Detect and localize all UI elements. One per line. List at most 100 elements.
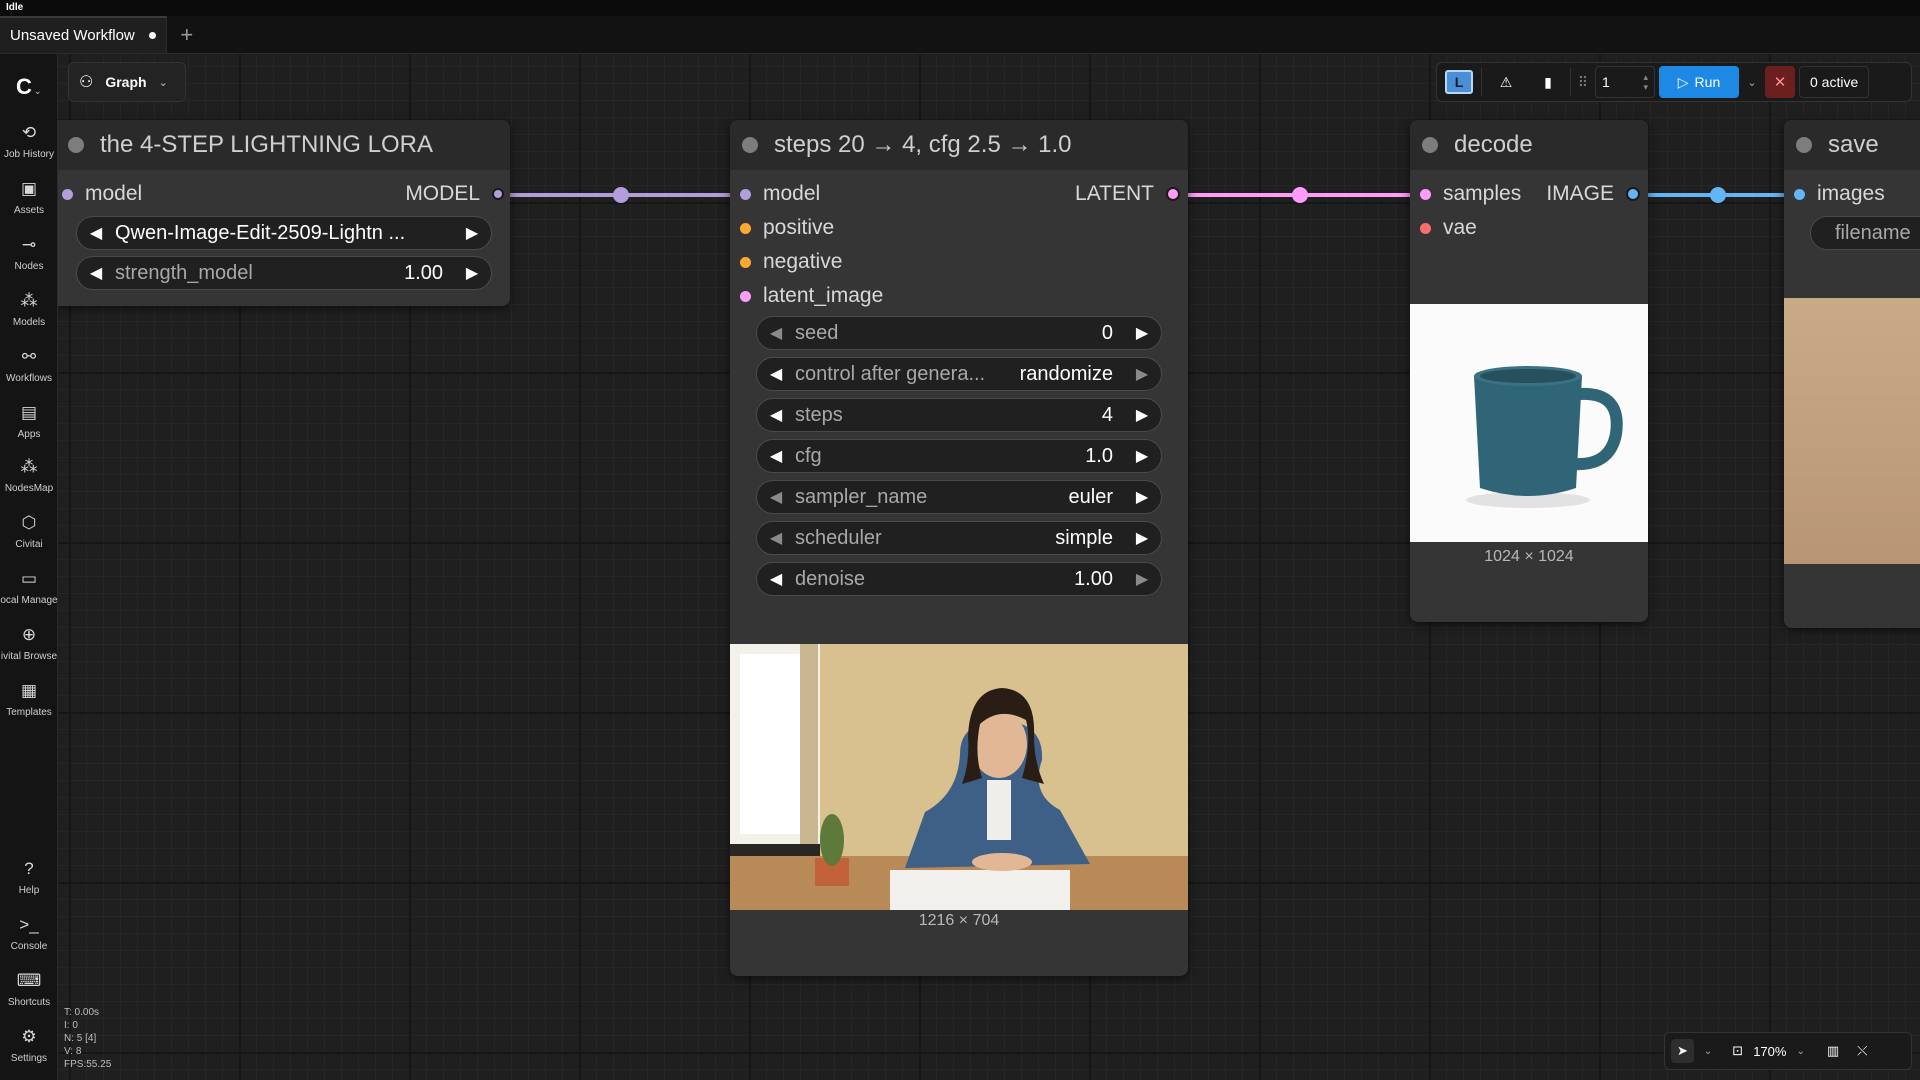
output-pin[interactable] — [492, 188, 504, 200]
input-slot-negative[interactable]: negative — [740, 250, 842, 274]
input-slot-vae[interactable]: vae — [1420, 216, 1477, 240]
node-title-bar[interactable]: steps 20 → 4, cfg 2.5 → 1.0 — [730, 120, 1188, 170]
right-arrow-icon[interactable]: ▶ — [1133, 323, 1151, 343]
image-link-midpoint[interactable] — [1710, 187, 1726, 203]
save-image-node[interactable]: save images filename — [1784, 120, 1920, 628]
input-pin[interactable] — [1420, 222, 1431, 234]
model-link-midpoint[interactable] — [613, 187, 629, 203]
sidebar-item-help[interactable]: ? Help — [0, 858, 58, 896]
input-pin[interactable] — [1794, 188, 1805, 200]
input-pin[interactable] — [62, 188, 73, 200]
input-slot-positive[interactable]: positive — [740, 216, 834, 240]
sidebar-item-job-history[interactable]: ⟲ Job History — [0, 122, 58, 160]
zoom-level[interactable]: 170% — [1753, 1044, 1786, 1059]
run-button[interactable]: ▷ Run — [1659, 66, 1739, 98]
lora-name-combo[interactable]: ◀ Qwen-Image-Edit-2509-Lightn ... ▶ — [76, 216, 492, 250]
drag-handle-icon[interactable]: ⠿ — [1575, 66, 1591, 98]
input-pin[interactable] — [740, 290, 751, 302]
collapse-dot-icon[interactable] — [742, 137, 758, 153]
queue-count-input[interactable]: 1 ▴ ▾ — [1595, 66, 1655, 98]
collapse-dot-icon[interactable] — [68, 137, 84, 153]
input-slot-images[interactable]: images — [1794, 182, 1885, 206]
graph-menu-button[interactable]: ⚇ Graph ⌄ — [68, 62, 186, 102]
sampler-name-combo[interactable]: ◀ sampler_name euler ▶ — [756, 480, 1162, 514]
right-arrow-icon[interactable]: ▶ — [1133, 569, 1151, 589]
cfg-widget[interactable]: ◀ cfg 1.0 ▶ — [756, 439, 1162, 473]
graph-canvas[interactable]: the 4-STEP LIGHTNING LORA model MODEL ◀ … — [58, 54, 1920, 1080]
node-title-bar[interactable]: save — [1784, 120, 1920, 170]
latent-link-midpoint[interactable] — [1292, 187, 1308, 203]
right-arrow-icon[interactable]: ▶ — [463, 223, 481, 243]
sidebar-item-nodes[interactable]: ⊸ Nodes — [0, 234, 58, 272]
input-slot-latent-image[interactable]: latent_image — [740, 284, 883, 308]
output-pin[interactable] — [1626, 187, 1640, 201]
left-arrow-icon[interactable]: ◀ — [767, 528, 785, 548]
hide-links-icon[interactable]: ⤬ — [1857, 1043, 1867, 1059]
input-pin[interactable] — [740, 188, 751, 200]
output-pin[interactable] — [1166, 187, 1180, 201]
comfy-logo-icon[interactable]: C ⌄ — [16, 74, 41, 100]
sidebar-item-console[interactable]: >_ Console — [0, 914, 58, 952]
run-options-chevron-icon[interactable]: ⌄ — [1743, 66, 1761, 98]
vae-decode-node[interactable]: decode samples vae IMAGE 1024 × 1024 — [1410, 120, 1648, 622]
select-tool-icon[interactable]: ➤ — [1671, 1039, 1694, 1063]
ksampler-node[interactable]: steps 20 → 4, cfg 2.5 → 1.0 model positi… — [730, 120, 1188, 976]
node-title-bar[interactable]: the 4-STEP LIGHTNING LORA — [58, 120, 510, 170]
left-arrow-icon[interactable]: ◀ — [87, 263, 105, 283]
right-arrow-icon[interactable]: ▶ — [1133, 446, 1151, 466]
input-pin[interactable] — [740, 256, 751, 268]
denoise-widget[interactable]: ◀ denoise 1.00 ▶ — [756, 562, 1162, 596]
cancel-run-button[interactable]: ✕ — [1765, 66, 1795, 98]
lora-loader-node[interactable]: the 4-STEP LIGHTNING LORA model MODEL ◀ … — [58, 120, 510, 306]
input-pin[interactable] — [740, 222, 751, 234]
sidebar-item-settings[interactable]: ⚙ Settings — [0, 1026, 58, 1064]
node-title-bar[interactable]: decode — [1410, 120, 1648, 170]
chevron-down-icon[interactable]: ⌄ — [1796, 1046, 1804, 1057]
right-arrow-icon[interactable]: ▶ — [463, 263, 481, 283]
stepper-icon[interactable]: ▴ ▾ — [1643, 72, 1648, 92]
lora-manager-button[interactable]: L — [1441, 66, 1477, 98]
bookmark-button[interactable]: ▮ — [1530, 66, 1566, 98]
input-slot-samples[interactable]: samples — [1420, 182, 1521, 206]
tab-unsaved-workflow[interactable]: Unsaved Workflow — [0, 16, 167, 53]
left-arrow-icon[interactable]: ◀ — [767, 405, 785, 425]
left-arrow-icon[interactable]: ◀ — [767, 446, 785, 466]
output-slot-model[interactable]: MODEL — [405, 182, 504, 206]
right-arrow-icon[interactable]: ▶ — [1133, 528, 1151, 548]
sidebar-item-shortcuts[interactable]: ⌨ Shortcuts — [0, 970, 58, 1008]
scheduler-combo[interactable]: ◀ scheduler simple ▶ — [756, 521, 1162, 555]
sidebar-item-civitai-browser[interactable]: ⊕ ivital Browse — [0, 624, 58, 662]
left-arrow-icon[interactable]: ◀ — [767, 487, 785, 507]
input-slot-model[interactable]: model — [62, 182, 142, 206]
chevron-down-icon[interactable]: ⌄ — [1704, 1046, 1712, 1057]
left-arrow-icon[interactable]: ◀ — [767, 364, 785, 384]
right-arrow-icon[interactable]: ▶ — [1133, 405, 1151, 425]
output-slot-latent[interactable]: LATENT — [1075, 182, 1180, 206]
input-slot-model[interactable]: model — [740, 182, 820, 206]
sidebar-item-models[interactable]: ⁂ Models — [0, 290, 58, 328]
active-queue-button[interactable]: 0 active — [1799, 66, 1870, 98]
sidebar-item-apps[interactable]: ▤ Apps — [0, 402, 58, 440]
triangle-tool-button[interactable]: ⚠ — [1486, 66, 1526, 98]
sidebar-item-workflows[interactable]: ⚯ Workflows — [0, 346, 58, 384]
sidebar-item-templates[interactable]: ▦ Templates — [0, 680, 58, 718]
steps-widget[interactable]: ◀ steps 4 ▶ — [756, 398, 1162, 432]
collapse-dot-icon[interactable] — [1796, 137, 1812, 153]
input-pin[interactable] — [1420, 188, 1431, 200]
fit-view-icon[interactable]: ⊡ — [1732, 1043, 1743, 1059]
add-tab-button[interactable]: + — [167, 16, 207, 53]
sidebar-item-nodesmap[interactable]: ⁂ NodesMap — [0, 456, 58, 494]
right-arrow-icon[interactable]: ▶ — [1133, 364, 1151, 384]
strength-model-slider[interactable]: ◀ strength_model 1.00 ▶ — [76, 256, 492, 290]
left-arrow-icon[interactable]: ◀ — [767, 569, 785, 589]
right-arrow-icon[interactable]: ▶ — [1133, 487, 1151, 507]
sidebar-item-assets[interactable]: ▣ Assets — [0, 178, 58, 216]
left-arrow-icon[interactable]: ◀ — [87, 223, 105, 243]
filename-prefix-input[interactable]: filename — [1810, 216, 1920, 250]
output-slot-image[interactable]: IMAGE — [1546, 182, 1640, 206]
sidebar-item-local-manager[interactable]: ▭ ocal Manage — [0, 568, 58, 606]
left-arrow-icon[interactable]: ◀ — [767, 323, 785, 343]
control-after-generate-combo[interactable]: ◀ control after genera... randomize ▶ — [756, 357, 1162, 391]
collapse-dot-icon[interactable] — [1422, 137, 1438, 153]
sidebar-item-civitai[interactable]: ⬡ Civitai — [0, 512, 58, 550]
